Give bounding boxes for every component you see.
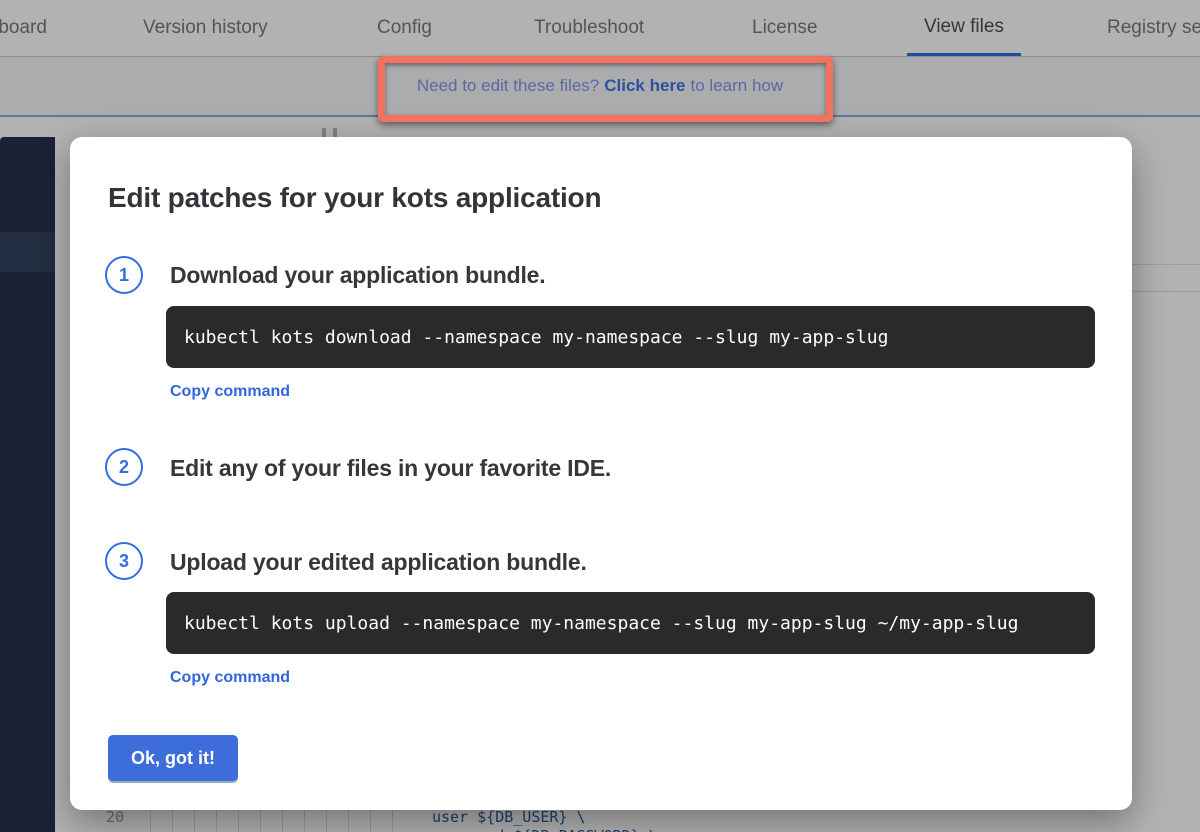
download-command-text: kubectl kots download --namespace my-nam… — [184, 327, 888, 348]
step-2-heading: Edit any of your files in your favorite … — [170, 452, 611, 484]
app-window: Dashboard Version history Config Trouble… — [0, 0, 1200, 832]
step-2-number-badge: 2 — [105, 448, 143, 486]
step-1-heading: Download your application bundle. — [170, 259, 545, 291]
step-3-number-badge: 3 — [105, 542, 143, 580]
modal-title: Edit patches for your kots application — [108, 182, 601, 214]
copy-upload-command-link[interactable]: Copy command — [170, 669, 290, 687]
upload-command-text: kubectl kots upload --namespace my-names… — [184, 613, 1018, 634]
copy-download-command-link[interactable]: Copy command — [170, 383, 290, 401]
ok-got-it-button[interactable]: Ok, got it! — [108, 735, 238, 781]
download-command-block: kubectl kots download --namespace my-nam… — [166, 306, 1095, 368]
step-3-heading: Upload your edited application bundle. — [170, 546, 587, 578]
upload-command-block: kubectl kots upload --namespace my-names… — [166, 592, 1095, 654]
step-1-number-badge: 1 — [105, 256, 143, 294]
edit-patches-modal: Edit patches for your kots application 1… — [70, 137, 1132, 810]
